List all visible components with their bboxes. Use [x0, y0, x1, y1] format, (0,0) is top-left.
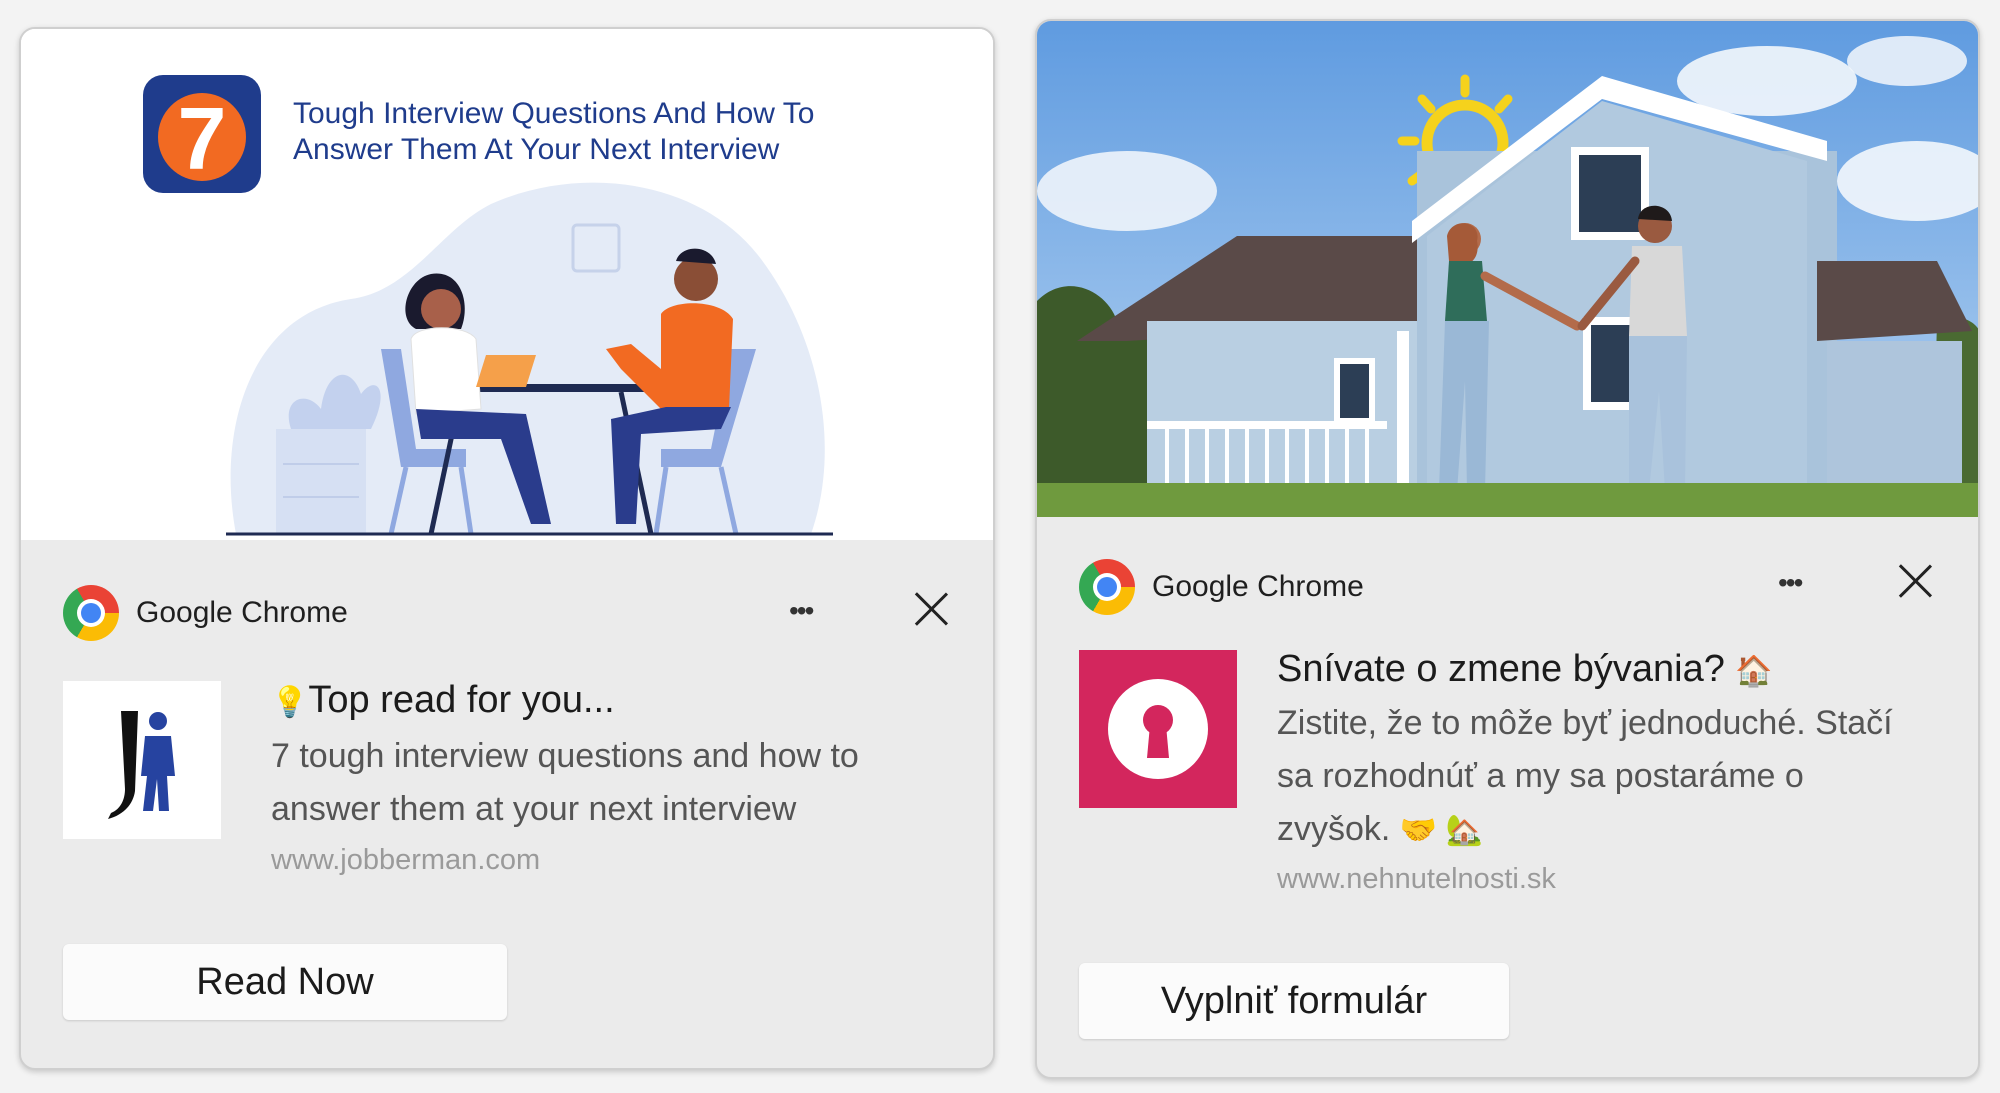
svg-text:7: 7: [178, 89, 227, 188]
notification-body: Snívate o zmene bývania? 🏠 Zistite, že t…: [1277, 648, 1967, 896]
notification-title: 💡Top read for you...: [271, 679, 615, 721]
notification-source: www.nehnutelnosti.sk: [1277, 863, 1556, 895]
read-now-button[interactable]: Read Now: [63, 944, 507, 1020]
nehnutelnosti-logo-thumbnail: [1079, 650, 1237, 808]
chrome-icon: [63, 585, 119, 641]
notification-message: Zistite, že to môže byť jednoduché. Stač…: [1277, 704, 1893, 848]
notification-card-jobberman[interactable]: 7 Tough Interview Questions And How To A…: [19, 27, 995, 1070]
notification-body: 💡Top read for you... 7 tough interview q…: [271, 679, 971, 877]
house-icon: 🏠: [1735, 655, 1773, 688]
hero-image-interview[interactable]: 7 Tough Interview Questions And How To A…: [21, 29, 993, 540]
close-icon[interactable]: [912, 589, 950, 627]
handshake-house-icons: 🤝 🏡: [1399, 814, 1483, 847]
app-name: Google Chrome: [136, 596, 348, 629]
hero-image-house[interactable]: [1037, 21, 1978, 517]
badge-7-logo: 7: [143, 75, 261, 193]
fill-form-button[interactable]: Vyplniť formulár: [1079, 963, 1509, 1039]
notification-header: Google Chrome: [63, 585, 348, 641]
chrome-icon: [1079, 559, 1135, 615]
notification-message: 7 tough interview questions and how to a…: [271, 737, 859, 828]
hero-headline-line1: Tough Interview Questions And How To: [293, 97, 814, 130]
app-name: Google Chrome: [1152, 570, 1364, 603]
notification-source: www.jobberman.com: [271, 844, 541, 876]
notification-card-nehnutelnosti[interactable]: Google Chrome ••• Snívate o zmene bývani…: [1035, 19, 1980, 1079]
notification-header: Google Chrome: [1079, 559, 1364, 615]
more-options-icon[interactable]: •••: [1778, 567, 1803, 599]
notification-title: Snívate o zmene bývania? 🏠: [1277, 648, 1773, 690]
more-options-icon[interactable]: •••: [789, 595, 814, 627]
jobberman-logo-thumbnail: [63, 681, 221, 839]
lightbulb-icon: 💡: [271, 686, 309, 719]
hero-headline-line2: Answer Them At Your Next Interview: [293, 133, 780, 166]
close-icon[interactable]: [1896, 561, 1934, 599]
